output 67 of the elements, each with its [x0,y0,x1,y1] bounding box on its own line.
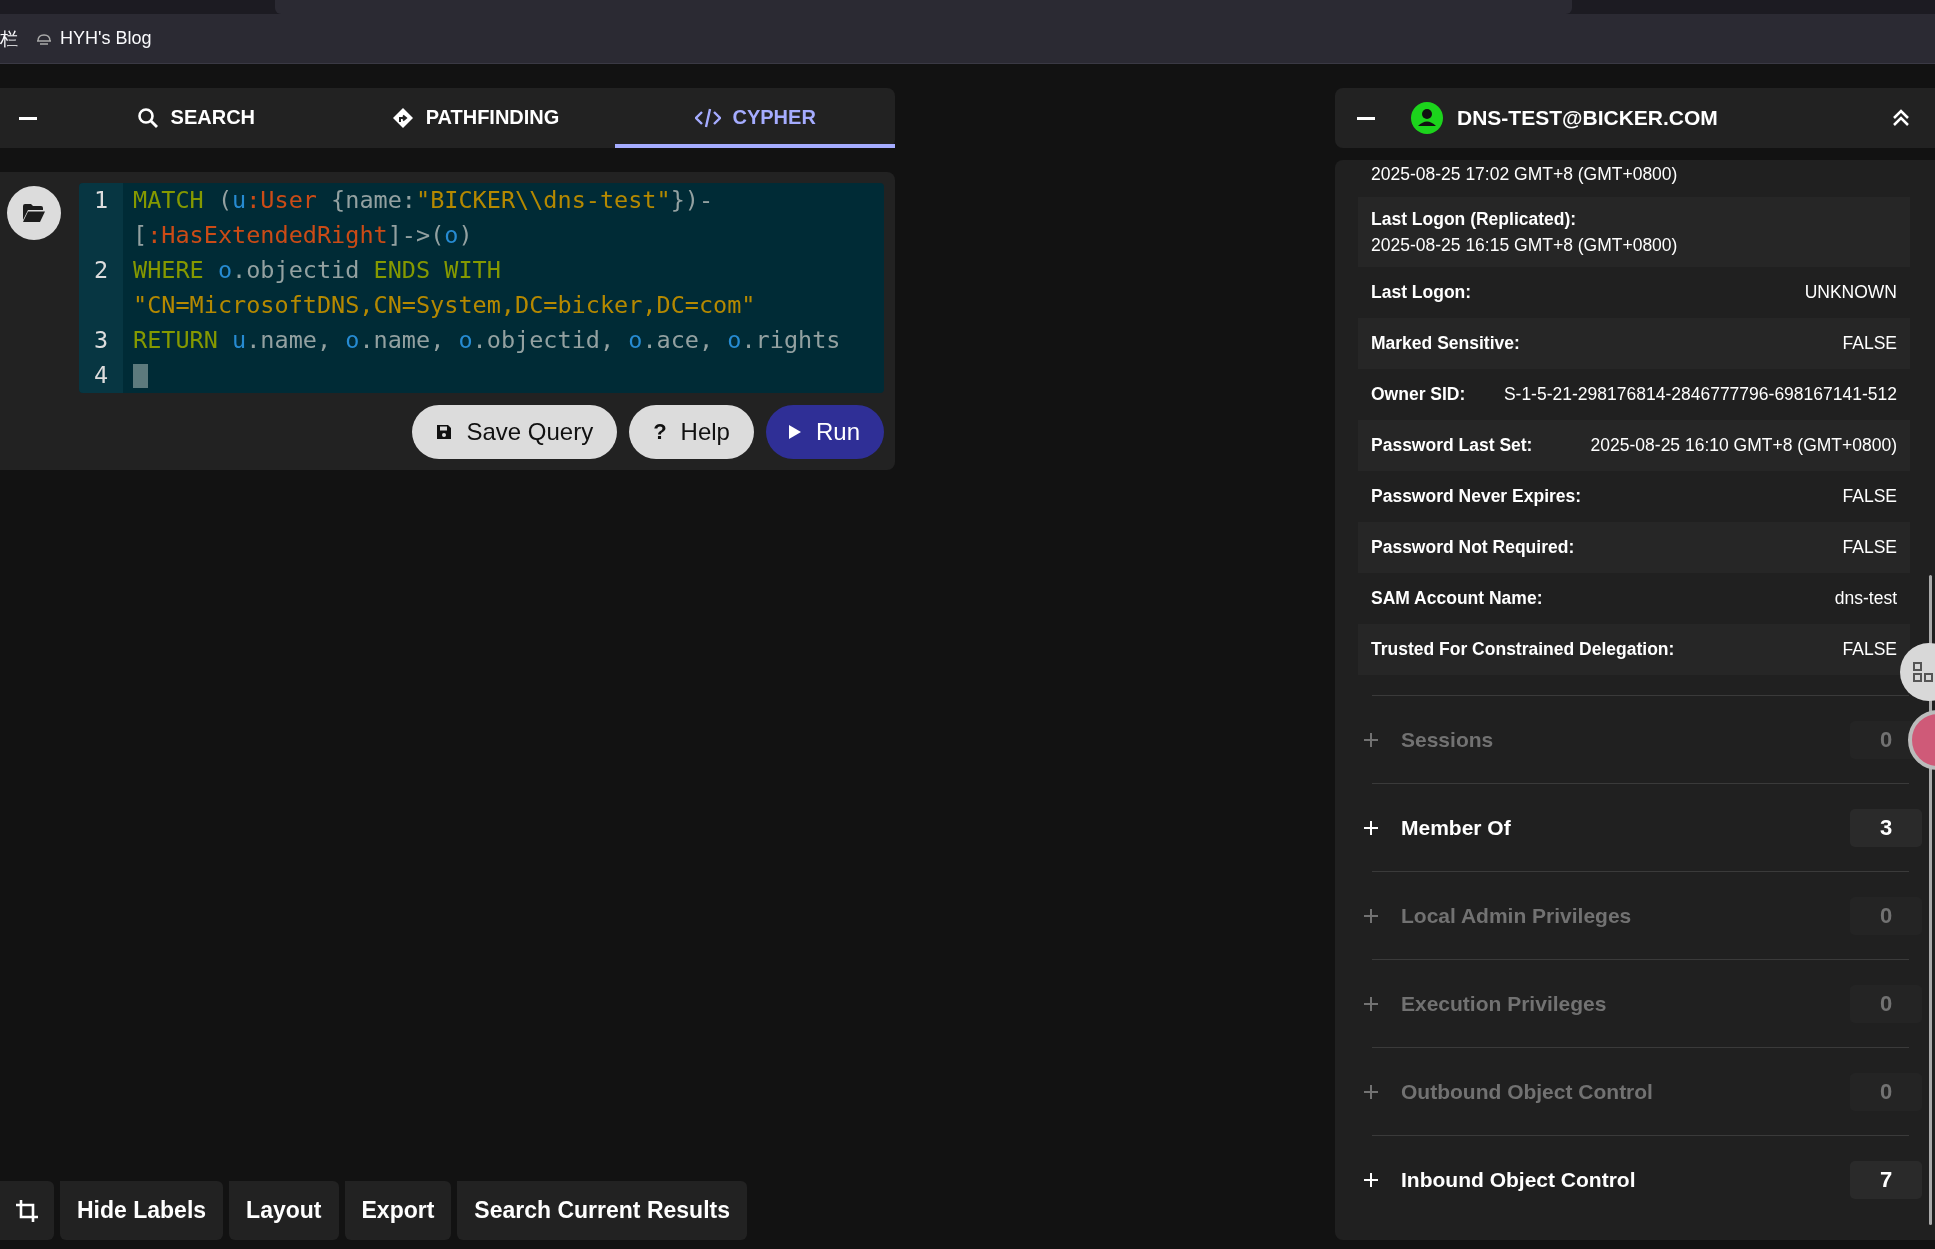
property-label: Last Logon (Replicated): [1371,208,1577,230]
property-label: Owner SID: [1371,384,1466,405]
property-value: 2025-08-25 16:15 GMT+8 (GMT+0800) [1371,234,1678,256]
count-badge: 0 [1850,1072,1922,1111]
save-icon [436,424,453,440]
count-badge: 0 [1850,984,1922,1023]
plus-icon [1363,819,1379,836]
line-number: 3 [93,326,109,354]
section-toggle[interactable]: Inbound Object Control [1363,1163,1636,1196]
plus-icon [1363,907,1379,924]
tab[interactable]: CYPHER [615,88,895,148]
plus-icon [1363,1171,1379,1188]
count-badge: 7 [1850,1160,1922,1199]
entity-title: DNS-TEST@BICKER.COM [1457,106,1719,130]
user-icon [1411,102,1443,134]
search-icon [136,106,159,129]
count-badge: 3 [1850,808,1922,847]
line-number: 4 [93,361,109,389]
run-button[interactable]: Run [765,405,884,459]
property-label: Password Never Expires: [1371,486,1582,507]
section-toggle[interactable]: Member Of [1363,811,1511,844]
toolbar-button[interactable]: Layout [229,1181,339,1240]
tab[interactable]: PATHFINDING [335,88,616,148]
property-label: SAM Account Name: [1371,588,1543,609]
count-badge: 0 [1850,896,1922,935]
toolbar-button[interactable]: Search Current Results [457,1181,747,1240]
toolbar-button[interactable]: Export [344,1181,452,1240]
toolbar-button[interactable]: Hide Labels [60,1181,224,1240]
double-chevron-up-icon[interactable] [1891,108,1911,128]
folder-button[interactable] [7,186,61,240]
line-number: 1 [93,186,109,214]
plus-icon [1363,1083,1379,1100]
property-value: FALSE [1842,537,1897,558]
property-value: 2025-08-25 16:10 GMT+8 (GMT+0800) [1590,435,1897,456]
plus-icon [1363,995,1379,1012]
help-button[interactable]: ? Help [629,405,754,459]
property-label: Password Not Required: [1371,537,1575,558]
code-line: "CN=MicrosoftDNS,CN=System,DC=bicker,DC=com" [133,290,756,321]
property-value: FALSE [1842,639,1897,660]
play-icon [787,424,802,440]
property-value: dns-test [1834,588,1897,609]
question-mark-icon: ? [653,419,667,445]
property-label: Trusted For Constrained Delegation: [1371,639,1675,660]
bookmarks-label: 栏 [0,27,18,51]
crop-icon [15,1198,39,1223]
code-line: MATCH (u:User {name:"BICKER\\dns-test"})- [133,185,714,216]
code-line: RETURN u.name, o.name, o.objectid, o.ace, o.rights [133,325,841,356]
code-editor[interactable]: 1 2 3 4 MATCH (u:User {name:"BICKER\\dns-test"})- [:HasExtendedRight]->(o) WHERE o.objectid ENDS WITH "CN=MicrosoftDNS,CN=System,DC=bicker,DC=com" RETURN u.name, o.name, o.objectid, o.ace, o.rights [79,183,884,393]
property-value: 2025-08-25 17:02 GMT+8 (GMT+0800) [1371,164,1678,185]
property-value: UNKNOWN [1804,282,1897,303]
property-label: Password Last Set: [1371,435,1533,456]
bookmark-link[interactable]: HYH's Blog [36,28,152,49]
code-icon [694,106,721,129]
tab[interactable]: SEARCH [56,88,336,148]
code-line: WHERE o.objectid ENDS WITH [133,255,501,286]
folder-icon [22,203,46,223]
plus-icon [1363,731,1379,748]
property-value: FALSE [1842,333,1897,354]
property-label: Last Logon: [1371,282,1472,303]
code-line: [:HasExtendedRight]->(o) [133,220,473,251]
property-value: S-1-5-21-298176814-2846777796-698167141-512 [1503,384,1897,405]
property-value: FALSE [1842,486,1897,507]
line-number: 2 [93,256,109,284]
save-query-button[interactable]: Save Query [412,405,618,459]
diamond-arrow-icon [391,106,414,129]
property-label: Marked Sensitive: [1371,333,1520,354]
crop-button[interactable] [0,1181,54,1240]
